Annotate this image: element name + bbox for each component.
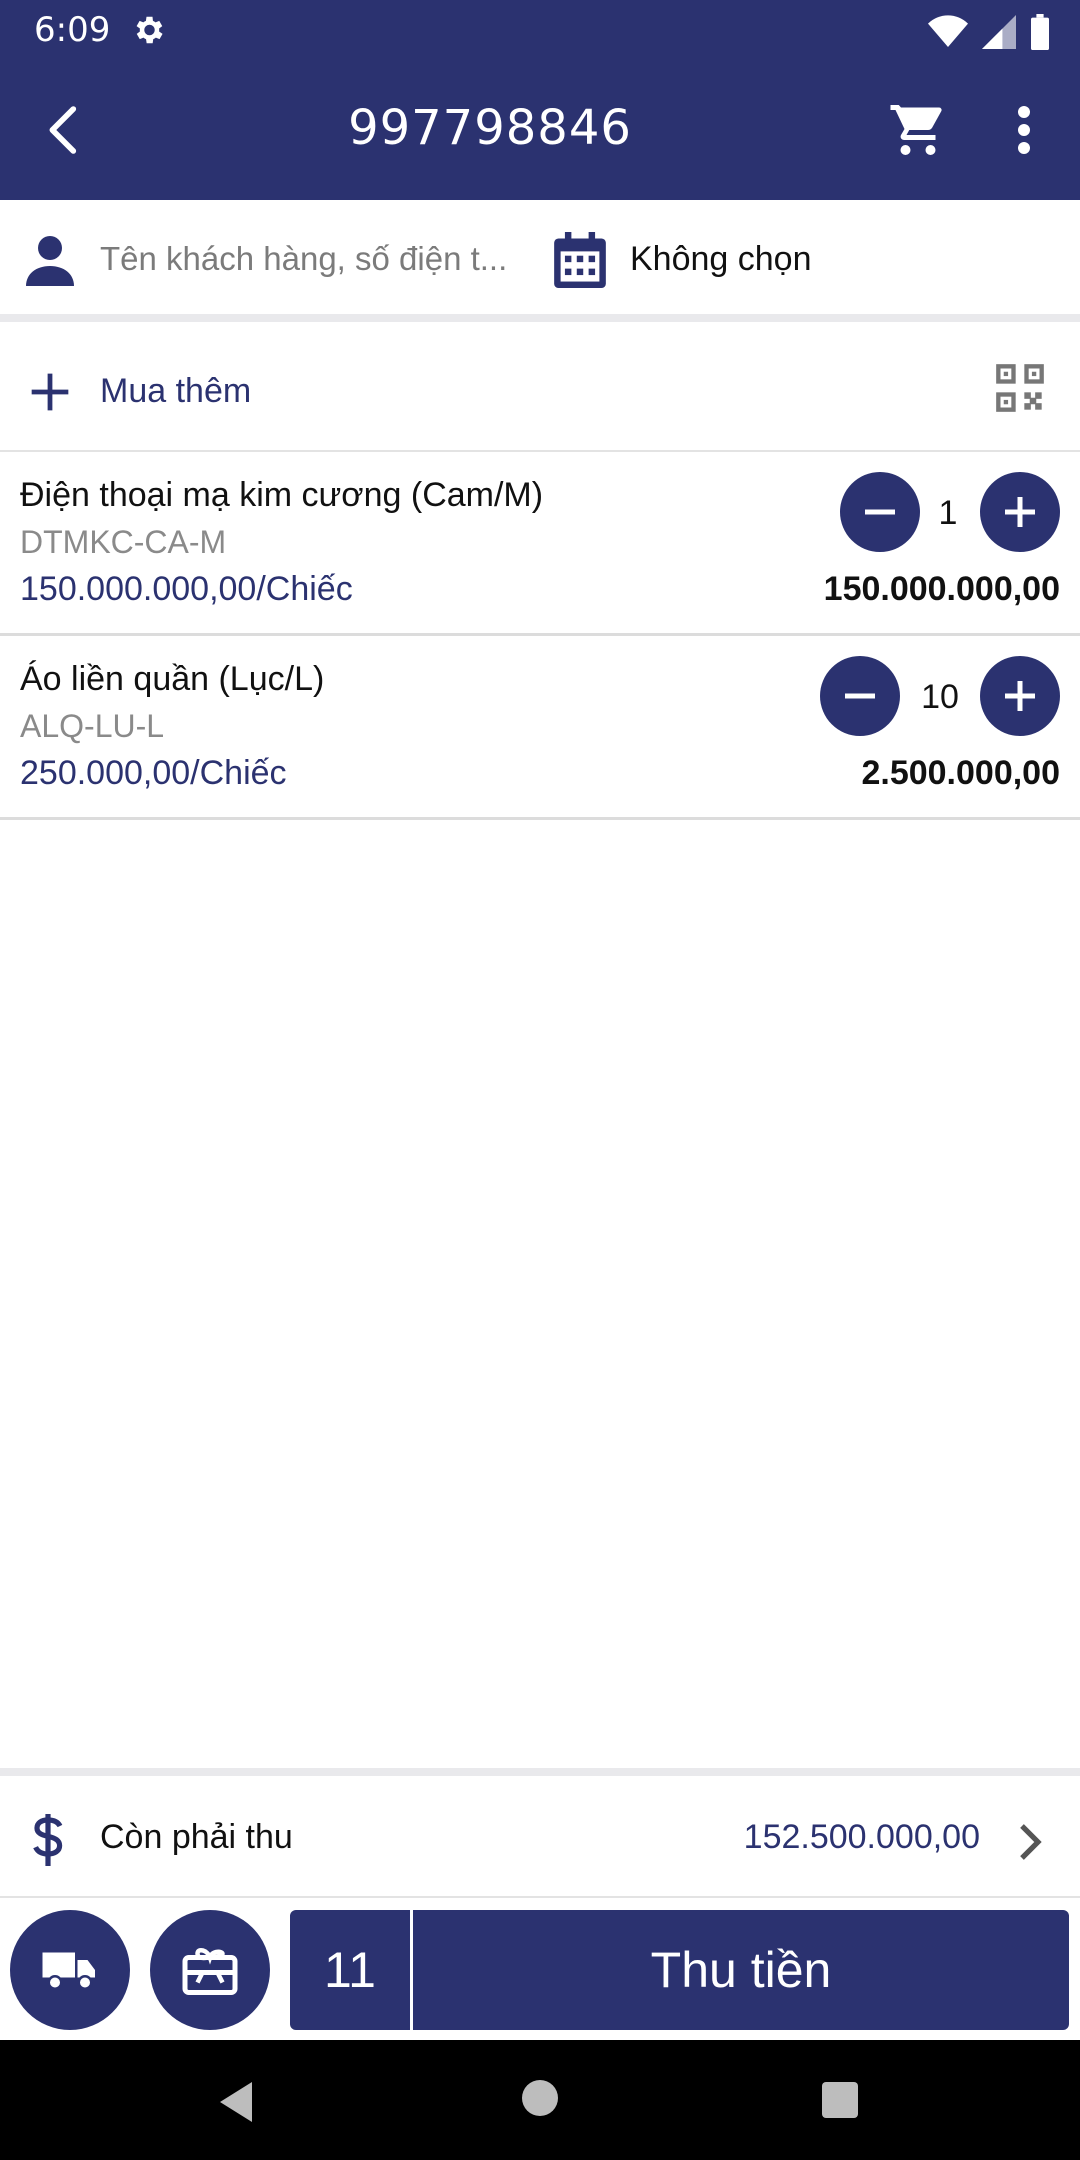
chevron-right-icon xyxy=(1020,1824,1042,1860)
plus-icon xyxy=(31,373,69,411)
bottom-action-bar: 11 Thu tiền xyxy=(0,1898,1080,2040)
amount-due-label: Còn phải thu xyxy=(100,1818,293,1856)
person-icon xyxy=(26,236,74,286)
item-name: Áo liền quần (Lục/L) xyxy=(20,660,325,698)
page-title: 997798846 xyxy=(348,100,632,156)
item-quantity[interactable]: 10 xyxy=(910,678,970,717)
customer-row: Tên khách hàng, số điện t... Không chọn xyxy=(0,200,1080,322)
item-unit-price: 150.000.000,00/Chiếc xyxy=(20,570,353,608)
truck-icon xyxy=(42,1952,95,1990)
gear-icon xyxy=(136,16,163,44)
qr-scan-icon[interactable] xyxy=(994,362,1046,414)
decrease-qty-button[interactable] xyxy=(820,656,900,736)
cart-item[interactable]: Áo liền quần (Lục/L) ALQ-LU-L 250.000,00… xyxy=(0,636,1080,820)
amount-due-row[interactable]: Còn phải thu 152.500.000,00 xyxy=(0,1768,1080,1898)
cart-item[interactable]: Điện thoại mạ kim cương (Cam/M) DTMKC-CA… xyxy=(0,452,1080,636)
status-time: 6:09 xyxy=(34,10,111,50)
item-quantity[interactable]: 1 xyxy=(918,494,978,533)
promotion-button[interactable] xyxy=(150,1910,270,2030)
increase-qty-button[interactable] xyxy=(980,656,1060,736)
delivery-button[interactable] xyxy=(10,1910,130,2030)
signal-icon xyxy=(982,15,1016,49)
nav-recents-icon[interactable] xyxy=(822,2082,858,2118)
date-selector[interactable]: Không chọn xyxy=(630,240,812,279)
system-icons xyxy=(928,12,1050,52)
item-sku: ALQ-LU-L xyxy=(20,708,165,744)
plus-icon xyxy=(1005,497,1035,527)
calendar-icon[interactable] xyxy=(554,232,606,288)
pay-button[interactable]: Thu tiền xyxy=(413,1910,1069,2030)
add-more-row[interactable]: Mua thêm xyxy=(0,330,1080,452)
nav-back-icon[interactable] xyxy=(216,2080,256,2124)
item-total: 2.500.000,00 xyxy=(861,754,1060,792)
item-total: 150.000.000,00 xyxy=(823,570,1060,608)
cart-icon[interactable] xyxy=(888,100,948,160)
decrease-qty-button[interactable] xyxy=(840,472,920,552)
app-bar: 997798846 xyxy=(0,62,1080,200)
item-unit-price: 250.000,00/Chiếc xyxy=(20,754,287,792)
dollar-icon xyxy=(33,1814,63,1866)
plus-icon xyxy=(1005,681,1035,711)
system-nav-bar xyxy=(0,2040,1080,2160)
amount-due-value: 152.500.000,00 xyxy=(743,1818,980,1856)
increase-qty-button[interactable] xyxy=(980,472,1060,552)
item-sku: DTMKC-CA-M xyxy=(20,524,227,560)
minus-icon xyxy=(845,693,875,699)
customer-search-input[interactable]: Tên khách hàng, số điện t... xyxy=(100,240,520,278)
nav-home-icon[interactable] xyxy=(522,2080,558,2116)
gift-card-icon xyxy=(182,1947,238,1995)
item-count: 11 xyxy=(290,1910,410,2030)
add-more-label: Mua thêm xyxy=(100,372,252,410)
item-name: Điện thoại mạ kim cương (Cam/M) xyxy=(20,476,544,514)
wifi-icon xyxy=(928,15,968,47)
minus-icon xyxy=(865,509,895,515)
battery-icon xyxy=(1031,14,1049,50)
more-vertical-icon[interactable] xyxy=(1000,100,1048,160)
status-bar: 6:09 xyxy=(0,0,1080,62)
